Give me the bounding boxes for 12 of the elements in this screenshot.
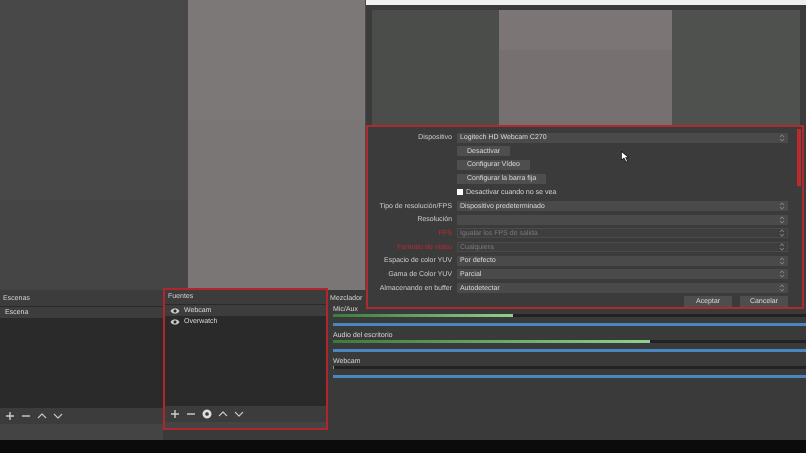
chevron-down-icon[interactable] bbox=[234, 409, 244, 419]
volume-slider[interactable] bbox=[333, 349, 806, 352]
eye-icon[interactable] bbox=[170, 318, 180, 326]
volume-slider[interactable] bbox=[333, 323, 806, 326]
chevron-up-icon[interactable] bbox=[37, 411, 47, 421]
chevron-up-icon[interactable] bbox=[218, 409, 228, 419]
settings-icon[interactable] bbox=[202, 409, 212, 419]
add-icon[interactable] bbox=[5, 411, 15, 421]
eye-icon[interactable] bbox=[170, 306, 180, 314]
add-icon[interactable] bbox=[170, 409, 180, 419]
chevron-down-icon[interactable] bbox=[53, 411, 63, 421]
volume-slider[interactable] bbox=[333, 375, 806, 378]
